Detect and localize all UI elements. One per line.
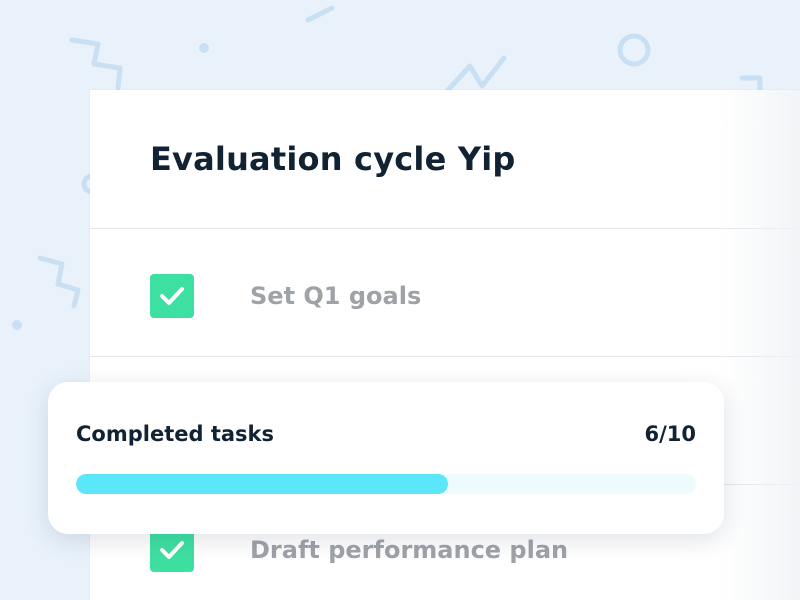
dot-shape xyxy=(199,43,209,53)
progress-label: Completed tasks xyxy=(76,422,274,446)
zigzag-shape xyxy=(445,55,507,93)
dash-shape xyxy=(305,5,335,23)
zigzag-shape xyxy=(739,75,763,93)
task-row[interactable]: Draft performance plan xyxy=(150,528,568,572)
zigzag-shape xyxy=(37,255,81,309)
divider xyxy=(90,228,800,229)
task-row[interactable]: Set Q1 goals xyxy=(150,274,421,318)
task-label: Draft performance plan xyxy=(250,536,569,564)
progress-track xyxy=(76,474,696,494)
card-title: Evaluation cycle Yip xyxy=(150,140,516,178)
zigzag-shape xyxy=(69,37,123,91)
check-icon xyxy=(160,287,184,305)
progress-fill xyxy=(76,474,448,494)
ring-shape xyxy=(617,33,651,67)
divider xyxy=(90,356,800,357)
progress-count: 6/10 xyxy=(644,422,696,446)
task-label: Set Q1 goals xyxy=(250,282,422,310)
task-checkbox[interactable] xyxy=(150,528,194,572)
progress-card: Completed tasks 6/10 xyxy=(48,382,724,534)
card-edge-fade xyxy=(720,90,800,600)
check-icon xyxy=(160,541,184,559)
task-checkbox[interactable] xyxy=(150,274,194,318)
dot-shape xyxy=(12,320,22,330)
